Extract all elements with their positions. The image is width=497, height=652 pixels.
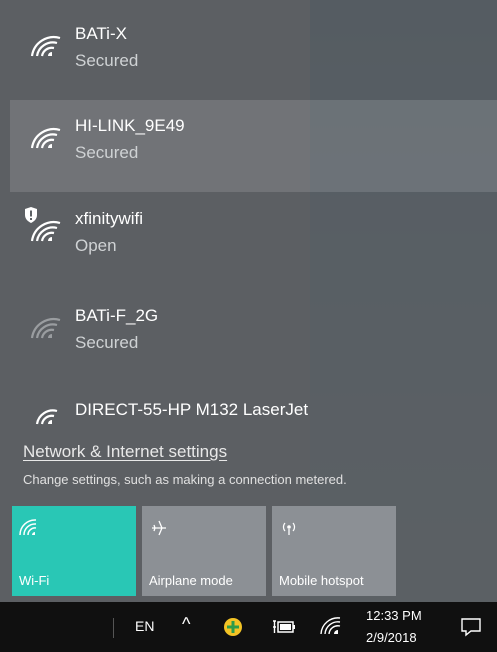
taskbar: EN ^ 12:33 PM 2/9/2018: [0, 602, 497, 652]
network-status: Secured: [75, 143, 139, 162]
wifi-toggle-tile[interactable]: Wi-Fi: [12, 506, 136, 596]
network-item-hi-link[interactable]: HI-LINK_9E49 Secured: [10, 100, 497, 192]
network-status: Secured: [75, 51, 139, 70]
wifi-icon: [19, 519, 37, 536]
wifi-strong-icon: [30, 128, 61, 149]
wifi-weak-icon: [30, 318, 61, 339]
network-name: DIRECT-55-HP M132 LaserJet: [75, 400, 309, 419]
tile-label: Wi-Fi: [19, 573, 50, 588]
network-name: HI-LINK_9E49: [75, 116, 185, 135]
wifi-tray-icon[interactable]: [320, 616, 342, 636]
network-item-xfinitywifi[interactable]: xfinitywifi Open: [10, 193, 497, 285]
network-status: Secured: [75, 333, 139, 352]
network-settings-description: Change settings, such as making a connec…: [23, 472, 347, 487]
network-item-direct-hp[interactable]: DIRECT-55-HP M132 LaserJet: [10, 388, 497, 432]
network-flyout: BATi-X Secured HI-LINK_9E49 Secured xfin…: [0, 0, 497, 602]
language-indicator[interactable]: EN: [135, 618, 154, 634]
taskbar-separator: [113, 618, 114, 638]
tile-label: Mobile hotspot: [279, 573, 364, 588]
tile-label: Airplane mode: [149, 573, 233, 588]
network-name: BATi-F_2G: [75, 306, 159, 325]
network-name: BATi-X: [75, 24, 127, 43]
airplane-mode-tile[interactable]: Airplane mode: [142, 506, 266, 596]
network-status: Open: [75, 236, 117, 255]
hotspot-icon: [282, 522, 296, 535]
action-center-icon[interactable]: [460, 617, 482, 637]
wifi-strong-icon: [30, 36, 61, 57]
network-item-bati-f[interactable]: BATi-F_2G Secured: [10, 290, 497, 382]
chevron-up-icon[interactable]: ^: [182, 614, 190, 635]
network-name: xfinitywifi: [75, 209, 144, 228]
wifi-medium-icon: [35, 409, 58, 425]
clock-date[interactable]: 2/9/2018: [366, 630, 417, 645]
airplane-icon: [152, 520, 166, 536]
mobile-hotspot-tile[interactable]: Mobile hotspot: [272, 506, 396, 596]
clock-time[interactable]: 12:33 PM: [366, 608, 422, 623]
battery-plugged-icon[interactable]: [272, 619, 296, 635]
network-item-bati-x[interactable]: BATi-X Secured: [10, 8, 497, 100]
network-settings-link[interactable]: Network & Internet settings: [23, 442, 227, 462]
wifi-strong-icon: [30, 221, 61, 242]
app-tray-icon[interactable]: [222, 616, 244, 638]
